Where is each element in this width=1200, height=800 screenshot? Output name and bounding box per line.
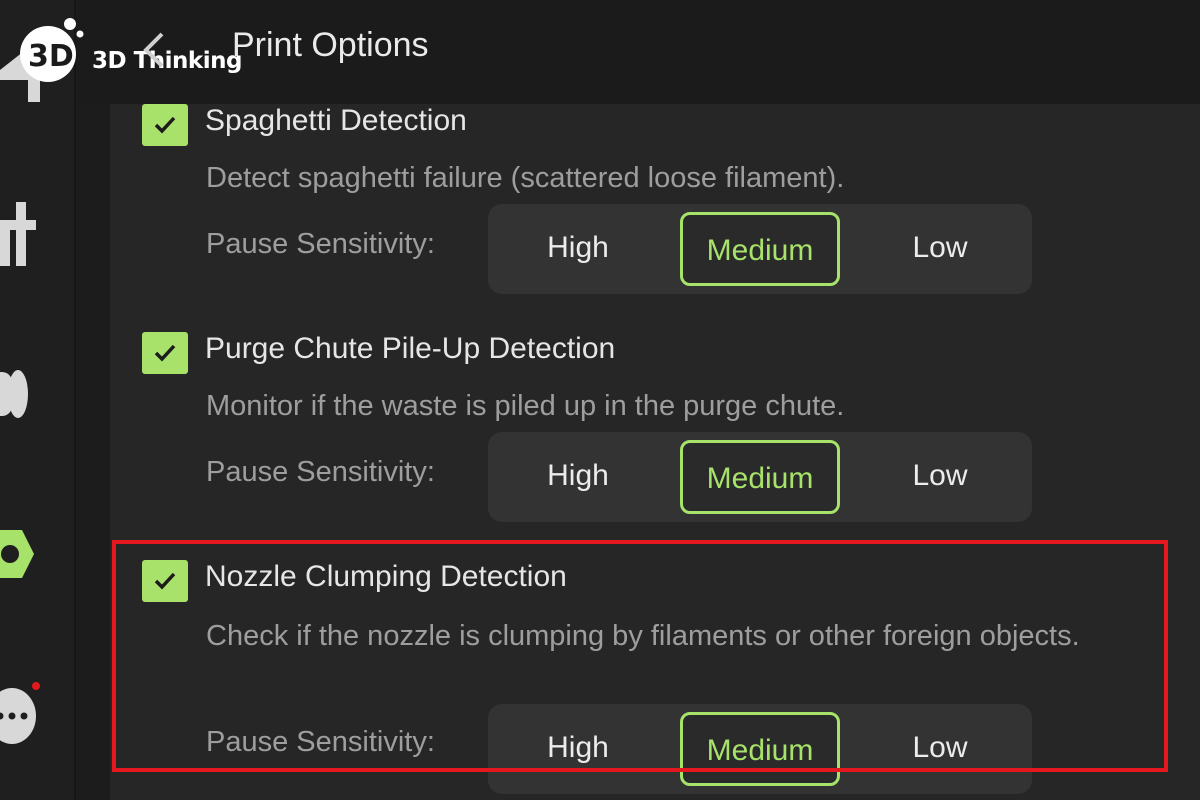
option-high-button[interactable]: High [498, 212, 658, 286]
section-description: Monitor if the waste is piled up in the … [206, 390, 845, 422]
option-low-button[interactable]: Low [860, 712, 1020, 786]
section-title: Purge Chute Pile-Up Detection [205, 332, 616, 365]
sensitivity-label: Pause Sensitivity: [206, 228, 435, 260]
option-spaghetti-detection: Spaghetti Detection Detect spaghetti fai… [110, 104, 1200, 332]
settings-hex-icon[interactable] [0, 520, 74, 594]
sensitivity-label: Pause Sensitivity: [206, 726, 435, 758]
sensitivity-selector: High Medium Low [488, 204, 1032, 294]
back-arrow-icon[interactable] [140, 30, 170, 70]
section-description: Check if the nozzle is clumping by filam… [206, 620, 1080, 652]
section-description: Detect spaghetti failure (scattered loos… [206, 162, 845, 194]
option-medium-button[interactable]: Medium [680, 712, 840, 786]
option-low-button[interactable]: Low [860, 440, 1020, 514]
options-panel: Spaghetti Detection Detect spaghetti fai… [110, 104, 1200, 800]
camera-icon[interactable] [0, 360, 74, 434]
purge-chute-checkbox[interactable] [142, 332, 188, 374]
check-icon [154, 572, 176, 590]
tools-icon[interactable] [0, 200, 74, 274]
chat-icon[interactable] [0, 686, 74, 760]
notification-dot [32, 682, 40, 690]
sensitivity-label: Pause Sensitivity: [206, 456, 435, 488]
sensitivity-selector: High Medium Low [488, 704, 1032, 794]
option-purge-chute-detection: Purge Chute Pile-Up Detection Monitor if… [110, 332, 1200, 560]
option-medium-button[interactable]: Medium [680, 440, 840, 514]
check-icon [154, 116, 176, 134]
nozzle-clumping-checkbox[interactable] [142, 560, 188, 602]
section-title: Nozzle Clumping Detection [205, 560, 567, 593]
spaghetti-checkbox[interactable] [142, 104, 188, 146]
option-nozzle-clumping-detection: Nozzle Clumping Detection Check if the n… [110, 560, 1200, 800]
option-high-button[interactable]: High [498, 712, 658, 786]
option-low-button[interactable]: Low [860, 212, 1020, 286]
sidebar [0, 0, 76, 800]
option-high-button[interactable]: High [498, 440, 658, 514]
brand-logo: 3D [14, 14, 94, 88]
page-title: Print Options [232, 26, 429, 64]
check-icon [154, 344, 176, 362]
brand-number: 3D [28, 39, 74, 74]
sensitivity-selector: High Medium Low [488, 432, 1032, 522]
option-medium-button[interactable]: Medium [680, 212, 840, 286]
section-title: Spaghetti Detection [205, 104, 467, 137]
